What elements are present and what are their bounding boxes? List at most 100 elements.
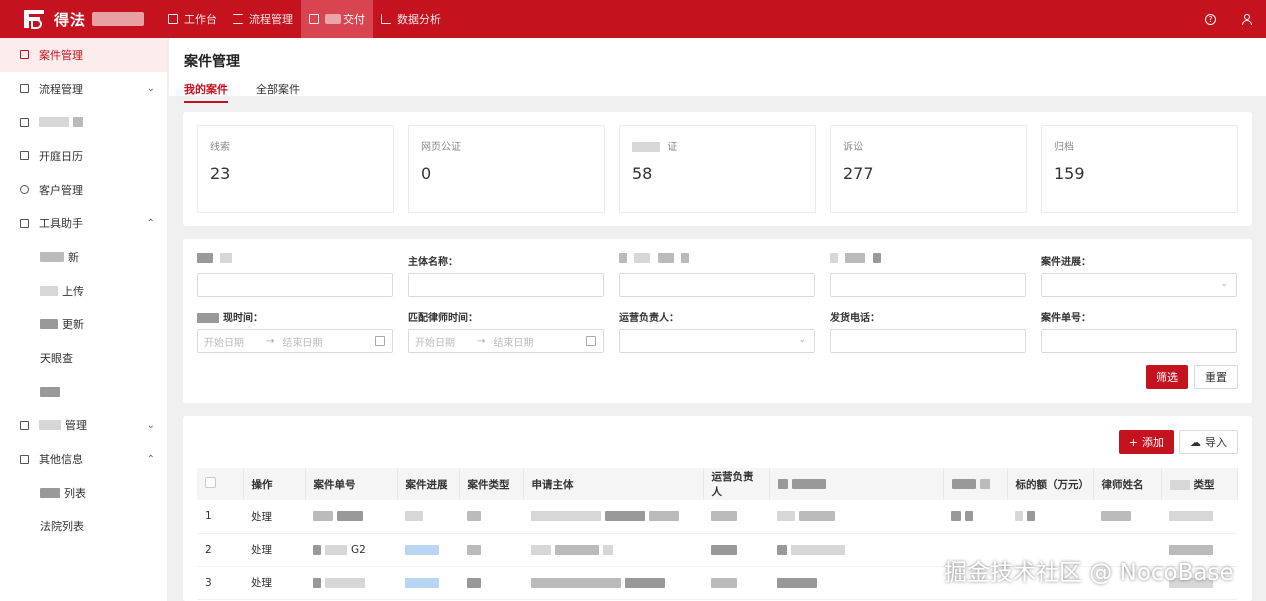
filter-input[interactable] bbox=[197, 273, 393, 297]
tab-my-cases[interactable]: 我的案件 bbox=[184, 81, 228, 103]
sidebar-item-tools[interactable]: 工具助手 ⌃ bbox=[0, 206, 167, 240]
filter-label: 案件单号： bbox=[1041, 313, 1091, 324]
case-progress-select[interactable]: ⌄ bbox=[1041, 273, 1237, 297]
redacted-cell bbox=[769, 500, 943, 534]
sidebar-subitem-update[interactable]: 更新 bbox=[0, 307, 167, 342]
case-type-cell bbox=[459, 566, 523, 600]
nav-analytics[interactable]: 数据分析 bbox=[373, 0, 449, 38]
column-header-redacted[interactable] bbox=[769, 468, 944, 500]
sidebar-item-label: 开庭日历 bbox=[39, 149, 83, 163]
process-link[interactable]: 处理 bbox=[243, 533, 305, 567]
filter-button[interactable]: 筛选 bbox=[1146, 365, 1188, 389]
filter-input[interactable] bbox=[830, 273, 1026, 297]
nav-delivery[interactable]: 交付 bbox=[301, 0, 373, 38]
filter-field bbox=[830, 253, 1026, 297]
column-header[interactable]: 标的额（万元） bbox=[1007, 468, 1094, 500]
redacted-value bbox=[777, 511, 795, 522]
nav-label: 数据分析 bbox=[397, 13, 441, 26]
stat-value: 159 bbox=[1054, 164, 1085, 183]
tab-all-cases[interactable]: 全部案件 bbox=[256, 81, 300, 103]
redacted-label bbox=[951, 479, 976, 489]
help-icon[interactable]: ? bbox=[1205, 13, 1216, 25]
redacted-label bbox=[40, 386, 60, 397]
stat-value: 58 bbox=[632, 164, 653, 183]
sidebar-subitem-upload[interactable]: 上传 bbox=[0, 273, 167, 308]
redacted-label bbox=[681, 253, 690, 263]
other-submenu: 列表 法院列表 bbox=[0, 475, 167, 544]
brand-logo[interactable]: 得法 bbox=[0, 0, 160, 38]
filter-input[interactable] bbox=[619, 273, 815, 297]
column-header-text: 类型 bbox=[1193, 478, 1215, 491]
sidebar-item-label: 客户管理 bbox=[39, 183, 83, 197]
stat-card-evidence[interactable]: 证 58 bbox=[619, 125, 816, 213]
stat-card-litigation[interactable]: 诉讼 277 bbox=[830, 125, 1027, 213]
sidebar-item-customers[interactable]: 客户管理 bbox=[0, 173, 167, 207]
discovery-date-range[interactable]: 开始日期 → 结束日期 bbox=[197, 329, 393, 353]
table-header-row: 操作 案件单号 案件进展 案件类型 申请主体 运营负责人 标的额（万元） 律师姓… bbox=[197, 468, 1238, 500]
nav-workbench[interactable]: 工作台 bbox=[160, 0, 225, 38]
filter-field: 主体名称： bbox=[408, 253, 604, 297]
sidebar-item-redacted[interactable] bbox=[0, 105, 167, 139]
shipping-phone-input[interactable] bbox=[830, 329, 1026, 353]
column-header[interactable]: 案件单号 bbox=[305, 468, 398, 500]
reset-button[interactable]: 重置 bbox=[1194, 365, 1238, 389]
process-link[interactable]: 处理 bbox=[243, 566, 305, 600]
users-icon bbox=[20, 185, 29, 195]
sidebar-subitem-label: 法院列表 bbox=[40, 520, 84, 534]
user-icon[interactable] bbox=[1242, 13, 1252, 25]
stat-card-web-notary[interactable]: 网页公证 0 bbox=[408, 125, 605, 213]
filter-field: 案件进展： ⌄ bbox=[1041, 253, 1237, 297]
column-header[interactable]: 案件类型 bbox=[459, 468, 524, 500]
column-header[interactable]: 申请主体 bbox=[523, 468, 704, 500]
sidebar-item-label: 案件管理 bbox=[39, 48, 83, 62]
subject-name-input[interactable] bbox=[408, 273, 604, 297]
stat-value: 23 bbox=[210, 164, 231, 183]
row-index: 2 bbox=[197, 533, 243, 567]
select-all-checkbox[interactable] bbox=[205, 477, 216, 488]
column-header[interactable]: 案件进展 bbox=[397, 468, 460, 500]
redacted-value bbox=[951, 511, 961, 522]
chevron-down-icon: ⌄ bbox=[146, 419, 155, 431]
add-case-button[interactable]: + 添加 bbox=[1118, 430, 1174, 454]
range-end: 结束日期 bbox=[282, 337, 323, 349]
filter-label bbox=[197, 253, 393, 267]
sidebar-item-court-calendar[interactable]: 开庭日历 bbox=[0, 139, 167, 173]
column-header-redacted[interactable] bbox=[943, 468, 1008, 500]
sidebar-item-process[interactable]: 流程管理 ⌄ bbox=[0, 72, 167, 106]
operations-owner-select[interactable]: ⌄ bbox=[619, 329, 815, 353]
stat-card-archived[interactable]: 归档 159 bbox=[1041, 125, 1238, 213]
redacted-value bbox=[799, 511, 835, 522]
nav-process[interactable]: 流程管理 bbox=[225, 0, 301, 38]
import-button[interactable]: ☁ 导入 bbox=[1179, 430, 1238, 454]
process-link[interactable]: 处理 bbox=[243, 500, 305, 534]
case-type-cell bbox=[459, 533, 523, 567]
sidebar-subitem[interactable]: 新 bbox=[0, 240, 167, 274]
top-nav: 工作台 流程管理 交付 数据分析 bbox=[160, 0, 449, 38]
sidebar-subitem-tianyancha[interactable]: 天眼查 bbox=[0, 341, 167, 375]
sidebar-subitem-redacted[interactable] bbox=[0, 374, 167, 409]
sidebar-item-case-management[interactable]: 案件管理 bbox=[0, 38, 167, 72]
column-header[interactable]: 律师姓名 bbox=[1093, 468, 1162, 500]
table-row[interactable]: 1 处理 bbox=[197, 500, 1237, 534]
stat-label: 诉讼 bbox=[843, 142, 863, 153]
sidebar-subitem-courts[interactable]: 法院列表 bbox=[0, 509, 167, 544]
column-header[interactable]: 操作 bbox=[243, 468, 306, 500]
case-number-input[interactable] bbox=[1041, 329, 1237, 353]
add-label: 添加 bbox=[1142, 436, 1164, 449]
filter-field: 发货电话： bbox=[830, 309, 1026, 353]
redacted-value bbox=[467, 577, 481, 588]
column-header[interactable]: 类型 bbox=[1161, 468, 1238, 500]
case-progress-cell bbox=[397, 533, 459, 567]
redacted-value bbox=[531, 544, 551, 555]
sidebar-item-other-info[interactable]: 其他信息 ⌃ bbox=[0, 442, 167, 476]
lawyer-match-date-range[interactable]: 开始日期 → 结束日期 bbox=[408, 329, 604, 353]
range-start: 开始日期 bbox=[415, 337, 455, 349]
column-header[interactable]: 运营负责人 bbox=[703, 468, 770, 500]
sidebar-item-management[interactable]: 管理 ⌄ bbox=[0, 409, 167, 443]
nav-label: 工作台 bbox=[184, 13, 217, 26]
redacted-label bbox=[73, 117, 83, 128]
stat-card-leads[interactable]: 线索 23 bbox=[197, 125, 394, 213]
redacted-value bbox=[325, 577, 365, 588]
filter-label-text: 现时间： bbox=[223, 313, 263, 324]
sidebar-subitem-list[interactable]: 列表 bbox=[0, 475, 167, 510]
